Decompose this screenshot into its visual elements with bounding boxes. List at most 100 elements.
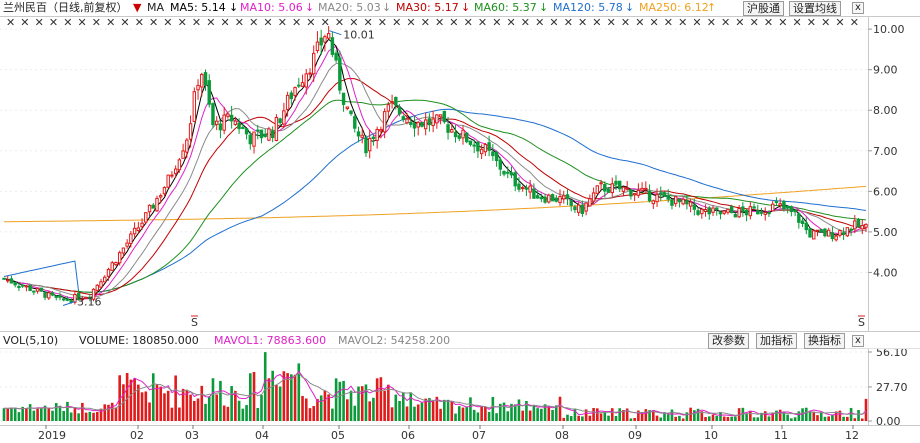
candle-up — [181, 150, 185, 159]
volume-bar-down — [2, 408, 6, 421]
volume-bar-up — [226, 406, 230, 421]
candle-up — [826, 229, 831, 237]
volume-bar-up — [528, 410, 532, 421]
candle-up — [47, 292, 51, 299]
candle-up — [625, 187, 629, 190]
volume-bar-down — [804, 407, 808, 421]
ma120-down-arrow: ↓ — [625, 1, 635, 14]
volume-tick-label: 56.10 — [876, 349, 908, 359]
candle-up — [285, 94, 290, 110]
event-marker-icon: ✕ — [20, 17, 29, 29]
volume-bar-down — [454, 413, 457, 421]
price-chart[interactable]: 10.00 9.00 8.00 7.00 6.00 5.00 4.00 10.01 3.16 ✕ ✕… — [0, 17, 920, 331]
change-params-button[interactable]: 改参数 — [708, 333, 749, 349]
candle-down — [39, 287, 44, 292]
ma250-up-arrow: ↑ — [707, 1, 717, 14]
volume-bar-down — [532, 405, 536, 421]
volume-bar-down — [472, 409, 476, 421]
close-volume-icon[interactable]: x — [852, 335, 864, 347]
candle-down — [409, 121, 413, 125]
candle-down — [412, 123, 417, 129]
volume-bar-up — [107, 404, 110, 421]
candle-down — [65, 298, 70, 301]
candle-up — [200, 73, 204, 88]
volume-bar-up — [390, 407, 394, 421]
ma-selector-arrow[interactable]: ▼ — [133, 1, 141, 15]
volume-bar-up — [379, 377, 383, 421]
volume-bar-up — [812, 411, 816, 421]
volume-bar-up — [293, 374, 297, 421]
switch-indicator-button[interactable]: 换指标 — [804, 333, 845, 349]
volume-bar-down — [278, 386, 282, 421]
candle-up — [636, 189, 641, 196]
candle-down — [823, 228, 827, 237]
event-marker-icon: ✕ — [478, 17, 487, 29]
ma-settings-button[interactable]: 设置均线 — [789, 1, 841, 16]
volume-bar-down — [211, 378, 215, 421]
candle-up — [651, 200, 656, 205]
volume-bar-up — [193, 400, 196, 421]
candle-down — [532, 188, 536, 199]
volume-bar-up — [368, 401, 372, 421]
volume-bar-down — [554, 405, 558, 421]
candle-up — [386, 104, 391, 112]
candle-up — [435, 114, 439, 124]
volume-bar-down — [842, 416, 845, 421]
candle-down — [297, 84, 301, 87]
candle-down — [244, 128, 249, 135]
candle-down — [580, 204, 585, 214]
volume-bar-down — [443, 399, 446, 421]
event-marker-icon: ✕ — [306, 17, 315, 29]
max-marker-line — [329, 30, 342, 36]
candle-up — [6, 279, 10, 282]
volume-bar-down — [319, 395, 323, 421]
candle-up — [73, 294, 77, 303]
candle-up — [129, 233, 133, 244]
volume-bar-up — [726, 416, 730, 421]
close-main-icon[interactable]: x — [852, 2, 864, 14]
event-marker-icon: ✕ — [192, 17, 201, 29]
volume-bar-up — [170, 407, 174, 421]
volume-bar-up — [521, 410, 524, 421]
candle-up — [166, 174, 170, 188]
volume-bar-down — [767, 416, 771, 421]
candle-down — [472, 144, 476, 147]
volume-bar-down — [409, 392, 413, 421]
candle-down — [427, 118, 432, 126]
candle-up — [282, 110, 286, 125]
candle-down — [797, 213, 801, 223]
candle-down — [629, 189, 633, 197]
hugutong-button[interactable]: 沪股通 — [743, 1, 784, 16]
ma10-line — [3, 45, 867, 300]
event-marker-icon: ✕ — [664, 17, 673, 29]
candle-down — [237, 122, 241, 130]
volume-bar-up — [599, 413, 603, 421]
volume-bar-down — [678, 415, 681, 421]
candle-down — [476, 141, 480, 152]
date-label-08: 08 — [555, 429, 569, 442]
candle-down — [54, 295, 58, 298]
event-marker-icon: ✕ — [764, 17, 773, 29]
event-marker-icon: ✕ — [249, 17, 258, 29]
volume-bar-up — [125, 373, 129, 421]
add-indicator-button[interactable]: 加指标 — [756, 333, 797, 349]
candle-up — [144, 212, 148, 223]
event-marker-icon: ✕ — [163, 17, 172, 29]
candle-down — [270, 130, 275, 138]
volume-bar-down — [752, 417, 756, 421]
event-marker-icon: ✕ — [92, 17, 101, 29]
event-marker-icon: ✕ — [321, 17, 330, 29]
candle-up — [688, 201, 693, 207]
volume-bar-up — [308, 408, 312, 421]
volume-bar-up — [133, 378, 136, 421]
candle-down — [61, 298, 66, 301]
volume-chart[interactable]: 56.10 27.70 0.00 — [0, 349, 920, 425]
event-marker-icon: ✕ — [507, 17, 516, 29]
candle-down — [203, 72, 208, 86]
candle-up — [748, 206, 753, 217]
candle-down — [349, 110, 353, 115]
volume-bar-up — [816, 415, 819, 421]
candle-up — [558, 196, 562, 204]
date-label-04: 04 — [255, 429, 269, 442]
candle-down — [211, 103, 215, 126]
